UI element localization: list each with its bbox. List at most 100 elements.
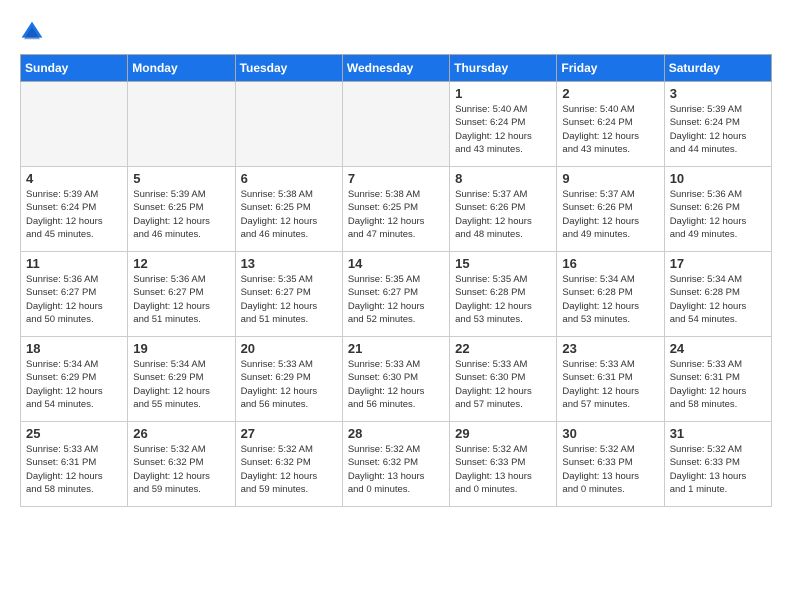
day-number: 1	[455, 86, 551, 101]
calendar-cell: 3 Sunrise: 5:39 AM Sunset: 6:24 PM Daylig…	[664, 82, 771, 167]
day-number: 25	[26, 426, 122, 441]
header	[20, 20, 772, 44]
day-info: Sunrise: 5:33 AM Sunset: 6:31 PM Dayligh…	[670, 358, 766, 411]
calendar-cell: 22 Sunrise: 5:33 AM Sunset: 6:30 PM Dayli…	[450, 337, 557, 422]
day-number: 28	[348, 426, 444, 441]
day-info: Sunrise: 5:32 AM Sunset: 6:32 PM Dayligh…	[241, 443, 337, 496]
calendar-cell	[342, 82, 449, 167]
calendar-cell: 30 Sunrise: 5:32 AM Sunset: 6:33 PM Dayli…	[557, 422, 664, 507]
day-info: Sunrise: 5:35 AM Sunset: 6:28 PM Dayligh…	[455, 273, 551, 326]
day-number: 31	[670, 426, 766, 441]
day-number: 26	[133, 426, 229, 441]
day-number: 5	[133, 171, 229, 186]
day-number: 24	[670, 341, 766, 356]
day-info: Sunrise: 5:34 AM Sunset: 6:29 PM Dayligh…	[26, 358, 122, 411]
day-info: Sunrise: 5:37 AM Sunset: 6:26 PM Dayligh…	[455, 188, 551, 241]
calendar-cell	[21, 82, 128, 167]
calendar-cell: 24 Sunrise: 5:33 AM Sunset: 6:31 PM Dayli…	[664, 337, 771, 422]
day-number: 20	[241, 341, 337, 356]
calendar-cell: 7 Sunrise: 5:38 AM Sunset: 6:25 PM Daylig…	[342, 167, 449, 252]
day-of-week-header: Thursday	[450, 55, 557, 82]
calendar-cell: 21 Sunrise: 5:33 AM Sunset: 6:30 PM Dayli…	[342, 337, 449, 422]
day-number: 29	[455, 426, 551, 441]
day-number: 22	[455, 341, 551, 356]
calendar-cell: 1 Sunrise: 5:40 AM Sunset: 6:24 PM Daylig…	[450, 82, 557, 167]
day-info: Sunrise: 5:38 AM Sunset: 6:25 PM Dayligh…	[241, 188, 337, 241]
calendar-cell: 10Sunrise: 5:36 AM Sunset: 6:26 PM Dayli…	[664, 167, 771, 252]
day-number: 9	[562, 171, 658, 186]
day-info: Sunrise: 5:40 AM Sunset: 6:24 PM Dayligh…	[562, 103, 658, 156]
calendar-cell: 12 Sunrise: 5:36 AM Sunset: 6:27 PM Dayli…	[128, 252, 235, 337]
day-number: 17	[670, 256, 766, 271]
day-number: 30	[562, 426, 658, 441]
calendar-cell: 5 Sunrise: 5:39 AM Sunset: 6:25 PM Daylig…	[128, 167, 235, 252]
calendar-cell: 6 Sunrise: 5:38 AM Sunset: 6:25 PM Daylig…	[235, 167, 342, 252]
day-info: Sunrise: 5:33 AM Sunset: 6:31 PM Dayligh…	[562, 358, 658, 411]
calendar-cell: 27 Sunrise: 5:32 AM Sunset: 6:32 PM Dayli…	[235, 422, 342, 507]
day-info: Sunrise: 5:33 AM Sunset: 6:31 PM Dayligh…	[26, 443, 122, 496]
day-info: Sunrise: 5:35 AM Sunset: 6:27 PM Dayligh…	[241, 273, 337, 326]
day-of-week-header: Saturday	[664, 55, 771, 82]
day-number: 12	[133, 256, 229, 271]
day-info: Sunrise: 5:39 AM Sunset: 6:24 PM Dayligh…	[670, 103, 766, 156]
calendar-table: SundayMondayTuesdayWednesdayThursdayFrid…	[20, 54, 772, 507]
day-info: Sunrise: 5:34 AM Sunset: 6:28 PM Dayligh…	[562, 273, 658, 326]
day-number: 18	[26, 341, 122, 356]
day-info: Sunrise: 5:33 AM Sunset: 6:30 PM Dayligh…	[455, 358, 551, 411]
calendar-cell: 20 Sunrise: 5:33 AM Sunset: 6:29 PM Dayli…	[235, 337, 342, 422]
calendar-cell: 18 Sunrise: 5:34 AM Sunset: 6:29 PM Dayli…	[21, 337, 128, 422]
day-number: 13	[241, 256, 337, 271]
calendar-cell: 13 Sunrise: 5:35 AM Sunset: 6:27 PM Dayli…	[235, 252, 342, 337]
day-info: Sunrise: 5:40 AM Sunset: 6:24 PM Dayligh…	[455, 103, 551, 156]
calendar-cell: 2 Sunrise: 5:40 AM Sunset: 6:24 PM Daylig…	[557, 82, 664, 167]
calendar-cell: 11 Sunrise: 5:36 AM Sunset: 6:27 PM Dayli…	[21, 252, 128, 337]
day-number: 27	[241, 426, 337, 441]
day-info: Sunrise: 5:33 AM Sunset: 6:30 PM Dayligh…	[348, 358, 444, 411]
day-of-week-header: Wednesday	[342, 55, 449, 82]
day-info: Sunrise: 5:37 AM Sunset: 6:26 PM Dayligh…	[562, 188, 658, 241]
day-info: Sunrise: 5:36 AM Sunset: 6:27 PM Dayligh…	[26, 273, 122, 326]
calendar-cell: 17 Sunrise: 5:34 AM Sunset: 6:28 PM Dayli…	[664, 252, 771, 337]
day-number: 7	[348, 171, 444, 186]
day-of-week-header: Sunday	[21, 55, 128, 82]
calendar-cell: 4 Sunrise: 5:39 AM Sunset: 6:24 PM Daylig…	[21, 167, 128, 252]
calendar-cell: 15 Sunrise: 5:35 AM Sunset: 6:28 PM Dayli…	[450, 252, 557, 337]
day-number: 6	[241, 171, 337, 186]
logo	[20, 20, 48, 44]
day-info: Sunrise: 5:32 AM Sunset: 6:33 PM Dayligh…	[670, 443, 766, 496]
calendar-cell: 16 Sunrise: 5:34 AM Sunset: 6:28 PM Dayli…	[557, 252, 664, 337]
day-number: 3	[670, 86, 766, 101]
day-info: Sunrise: 5:39 AM Sunset: 6:25 PM Dayligh…	[133, 188, 229, 241]
day-info: Sunrise: 5:39 AM Sunset: 6:24 PM Dayligh…	[26, 188, 122, 241]
day-number: 15	[455, 256, 551, 271]
day-info: Sunrise: 5:36 AM Sunset: 6:27 PM Dayligh…	[133, 273, 229, 326]
day-info: Sunrise: 5:35 AM Sunset: 6:27 PM Dayligh…	[348, 273, 444, 326]
day-info: Sunrise: 5:32 AM Sunset: 6:32 PM Dayligh…	[348, 443, 444, 496]
calendar-cell	[128, 82, 235, 167]
day-info: Sunrise: 5:36 AM Sunset: 6:26 PM Dayligh…	[670, 188, 766, 241]
calendar-cell: 28 Sunrise: 5:32 AM Sunset: 6:32 PM Dayli…	[342, 422, 449, 507]
day-info: Sunrise: 5:32 AM Sunset: 6:32 PM Dayligh…	[133, 443, 229, 496]
day-info: Sunrise: 5:34 AM Sunset: 6:29 PM Dayligh…	[133, 358, 229, 411]
day-info: Sunrise: 5:38 AM Sunset: 6:25 PM Dayligh…	[348, 188, 444, 241]
logo-icon	[20, 20, 44, 44]
day-of-week-header: Friday	[557, 55, 664, 82]
day-number: 11	[26, 256, 122, 271]
calendar-cell: 29Sunrise: 5:32 AM Sunset: 6:33 PM Dayli…	[450, 422, 557, 507]
calendar-cell: 9 Sunrise: 5:37 AM Sunset: 6:26 PM Daylig…	[557, 167, 664, 252]
day-info: Sunrise: 5:32 AM Sunset: 6:33 PM Dayligh…	[562, 443, 658, 496]
day-number: 4	[26, 171, 122, 186]
day-number: 16	[562, 256, 658, 271]
day-number: 21	[348, 341, 444, 356]
day-number: 19	[133, 341, 229, 356]
day-of-week-header: Tuesday	[235, 55, 342, 82]
calendar-cell	[235, 82, 342, 167]
day-info: Sunrise: 5:33 AM Sunset: 6:29 PM Dayligh…	[241, 358, 337, 411]
calendar-cell: 25 Sunrise: 5:33 AM Sunset: 6:31 PM Dayli…	[21, 422, 128, 507]
calendar-cell: 31 Sunrise: 5:32 AM Sunset: 6:33 PM Dayli…	[664, 422, 771, 507]
calendar-cell: 19 Sunrise: 5:34 AM Sunset: 6:29 PM Dayli…	[128, 337, 235, 422]
day-number: 8	[455, 171, 551, 186]
day-number: 14	[348, 256, 444, 271]
day-info: Sunrise: 5:34 AM Sunset: 6:28 PM Dayligh…	[670, 273, 766, 326]
day-number: 2	[562, 86, 658, 101]
